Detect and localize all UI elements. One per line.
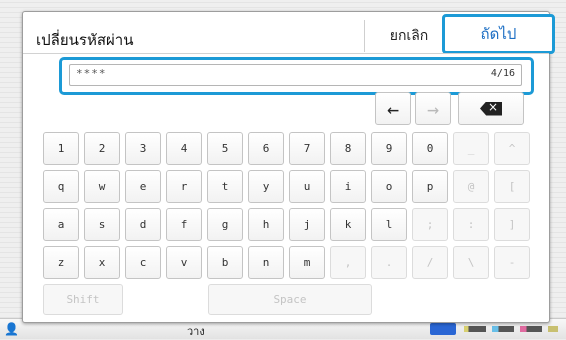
job-status-icon bbox=[430, 323, 456, 335]
key-row4-6[interactable]: m bbox=[289, 246, 325, 279]
dialog-title: เปลี่ยนรหัสผ่าน bbox=[36, 31, 134, 49]
key-row4-1[interactable]: x bbox=[84, 246, 120, 279]
right-arrow-icon: → bbox=[426, 96, 440, 121]
key-row2-5[interactable]: y bbox=[248, 170, 284, 203]
key-row2-8[interactable]: o bbox=[371, 170, 407, 203]
key-row4-9[interactable]: / bbox=[412, 246, 448, 279]
key-row4-7[interactable]: , bbox=[330, 246, 366, 279]
password-value: **** bbox=[76, 67, 107, 80]
toner-y-icon bbox=[464, 326, 486, 332]
key-row1-9[interactable]: 0 bbox=[412, 132, 448, 165]
key-row3-6[interactable]: j bbox=[289, 208, 325, 241]
key-row2-9[interactable]: p bbox=[412, 170, 448, 203]
key-row1-10[interactable]: _ bbox=[453, 132, 489, 165]
change-password-dialog: เปลี่ยนรหัสผ่าน ยกเลิก ถัดไป **** 4/16 ←… bbox=[22, 11, 555, 323]
key-row1-8[interactable]: 9 bbox=[371, 132, 407, 165]
left-arrow-icon: ← bbox=[386, 96, 400, 121]
password-input-highlight: **** 4/16 bbox=[59, 57, 534, 95]
cursor-right-button[interactable]: → bbox=[415, 92, 451, 125]
backspace-icon: × bbox=[480, 101, 502, 116]
key-row2-11[interactable]: [ bbox=[494, 170, 530, 203]
key-row4-2[interactable]: c bbox=[125, 246, 161, 279]
toner-status bbox=[430, 323, 560, 335]
key-row4-0[interactable]: z bbox=[43, 246, 79, 279]
key-row3-9[interactable]: ; bbox=[412, 208, 448, 241]
key-row2-1[interactable]: w bbox=[84, 170, 120, 203]
next-button[interactable]: ถัดไป bbox=[442, 14, 555, 54]
toner-c-icon bbox=[492, 326, 514, 332]
key-row3-7[interactable]: k bbox=[330, 208, 366, 241]
key-row4-3[interactable]: v bbox=[166, 246, 202, 279]
status-bar-text: วาง bbox=[187, 325, 205, 338]
key-row3-4[interactable]: g bbox=[207, 208, 243, 241]
key-row2-4[interactable]: t bbox=[207, 170, 243, 203]
cancel-button[interactable]: ยกเลิก bbox=[366, 20, 452, 52]
key-row1-11[interactable]: ^ bbox=[494, 132, 530, 165]
key-row4-8[interactable]: . bbox=[371, 246, 407, 279]
cursor-left-button[interactable]: ← bbox=[375, 92, 411, 125]
key-row3-0[interactable]: a bbox=[43, 208, 79, 241]
key-row4-10[interactable]: \ bbox=[453, 246, 489, 279]
key-row1-5[interactable]: 6 bbox=[248, 132, 284, 165]
key-row3-8[interactable]: l bbox=[371, 208, 407, 241]
key-row3-5[interactable]: h bbox=[248, 208, 284, 241]
key-row2-6[interactable]: u bbox=[289, 170, 325, 203]
key-row4-11[interactable]: - bbox=[494, 246, 530, 279]
backspace-button[interactable]: × bbox=[458, 92, 524, 125]
key-row2-2[interactable]: e bbox=[125, 170, 161, 203]
key-row2-3[interactable]: r bbox=[166, 170, 202, 203]
key-row3-10[interactable]: : bbox=[453, 208, 489, 241]
key-row1-0[interactable]: 1 bbox=[43, 132, 79, 165]
key-row1-6[interactable]: 7 bbox=[289, 132, 325, 165]
toner-m-icon bbox=[520, 326, 542, 332]
key-row1-4[interactable]: 5 bbox=[207, 132, 243, 165]
key-row2-7[interactable]: i bbox=[330, 170, 366, 203]
key-row4-5[interactable]: n bbox=[248, 246, 284, 279]
toner-k-icon bbox=[548, 326, 558, 332]
key-row1-7[interactable]: 8 bbox=[330, 132, 366, 165]
key-row3-2[interactable]: d bbox=[125, 208, 161, 241]
space-key[interactable]: Space bbox=[208, 284, 372, 315]
key-row1-3[interactable]: 4 bbox=[166, 132, 202, 165]
key-row2-0[interactable]: q bbox=[43, 170, 79, 203]
key-row1-1[interactable]: 2 bbox=[84, 132, 120, 165]
key-row2-10[interactable]: @ bbox=[453, 170, 489, 203]
key-row3-1[interactable]: s bbox=[84, 208, 120, 241]
header-separator bbox=[23, 53, 549, 54]
user-icon: 👤 bbox=[4, 322, 19, 336]
character-counter: 4/16 bbox=[490, 68, 515, 79]
shift-key[interactable]: Shift bbox=[43, 284, 123, 315]
header-divider bbox=[364, 20, 365, 52]
key-row3-11[interactable]: ] bbox=[494, 208, 530, 241]
key-row4-4[interactable]: b bbox=[207, 246, 243, 279]
key-row1-2[interactable]: 3 bbox=[125, 132, 161, 165]
key-row3-3[interactable]: f bbox=[166, 208, 202, 241]
password-input[interactable]: **** 4/16 bbox=[69, 64, 522, 86]
